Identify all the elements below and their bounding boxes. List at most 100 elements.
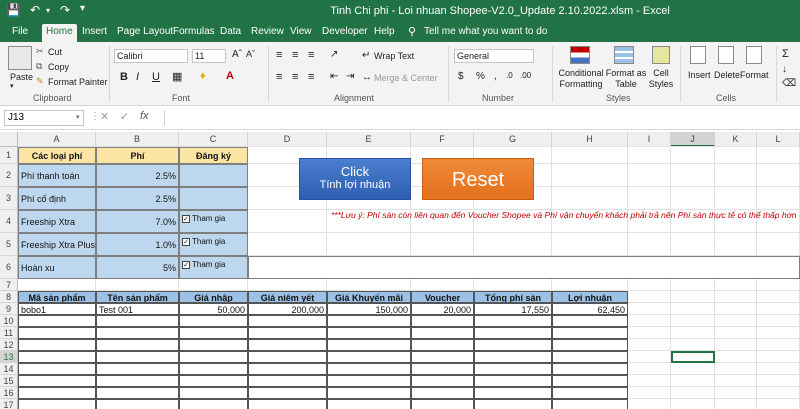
product-empty-cell[interactable] — [474, 327, 552, 339]
product-header-cell[interactable]: Giá Khuyến mãi — [327, 291, 411, 303]
borders-icon[interactable]: ▦ — [172, 70, 182, 83]
decrease-decimal-icon[interactable]: .00 — [520, 71, 531, 80]
product-empty-cell[interactable] — [411, 315, 474, 327]
comma-icon[interactable]: , — [494, 71, 497, 82]
product-empty-cell[interactable] — [411, 351, 474, 363]
product-empty-cell[interactable] — [18, 339, 96, 351]
product-empty-cell[interactable] — [327, 399, 411, 409]
format-as-table-icon[interactable] — [614, 46, 634, 64]
copy-button[interactable]: Copy — [48, 62, 69, 72]
product-empty-cell[interactable] — [96, 375, 179, 387]
font-size-select[interactable]: 11 — [192, 49, 226, 63]
product-header-cell[interactable]: Lợi nhuận — [552, 291, 628, 303]
header-dang-ky[interactable]: Đăng ký — [179, 147, 248, 164]
product-header-cell[interactable]: Tổng phí sàn — [474, 291, 552, 303]
tell-me-search[interactable]: Tell me what you want to do — [424, 25, 547, 42]
conditional-formatting-icon[interactable] — [570, 46, 590, 64]
product-empty-cell[interactable] — [179, 327, 248, 339]
register-checkbox[interactable]: ✓ — [182, 260, 190, 269]
grow-font-icon[interactable]: Aˆ — [232, 49, 242, 60]
product-empty-cell[interactable] — [18, 399, 96, 409]
product-empty-cell[interactable] — [96, 351, 179, 363]
product-header-cell[interactable]: Tên sản phẩm — [96, 291, 179, 303]
fee-value-cell[interactable]: 1.0% — [96, 233, 179, 256]
product-empty-cell[interactable] — [327, 375, 411, 387]
product-empty-cell[interactable] — [327, 387, 411, 399]
product-empty-cell[interactable] — [327, 351, 411, 363]
product-empty-cell[interactable] — [327, 363, 411, 375]
tab-help[interactable]: Help — [374, 25, 395, 42]
font-name-select[interactable]: Calibri — [114, 49, 188, 63]
tab-review[interactable]: Review — [251, 25, 284, 42]
product-empty-cell[interactable] — [248, 387, 327, 399]
outdent-icon[interactable]: ⇥ — [346, 71, 354, 82]
product-empty-cell[interactable] — [248, 399, 327, 409]
product-empty-cell[interactable] — [411, 339, 474, 351]
product-empty-cell[interactable] — [179, 387, 248, 399]
fill-color-icon[interactable]: ♦ — [200, 70, 206, 82]
product-empty-cell[interactable] — [552, 387, 628, 399]
shrink-font-icon[interactable]: Aˇ — [246, 49, 255, 59]
fee-name-cell[interactable]: Hoàn xu — [18, 256, 96, 279]
product-empty-cell[interactable] — [179, 315, 248, 327]
fee-name-cell[interactable]: Freeship Xtra — [18, 210, 96, 233]
format-painter-button[interactable]: Format Painter — [48, 77, 108, 87]
product-empty-cell[interactable] — [96, 339, 179, 351]
bold-button[interactable]: B — [120, 71, 128, 83]
product-empty-cell[interactable] — [96, 363, 179, 375]
cell-styles-icon[interactable] — [652, 46, 670, 64]
font-color-icon[interactable]: A — [226, 70, 234, 82]
accounting-icon[interactable]: $ — [458, 71, 464, 82]
product-empty-cell[interactable] — [327, 315, 411, 327]
tab-insert[interactable]: Insert — [82, 25, 107, 42]
product-empty-cell[interactable] — [96, 327, 179, 339]
indent-icon[interactable]: ⇤ — [330, 71, 338, 82]
fee-register-cell[interactable] — [179, 164, 248, 187]
fee-name-cell[interactable]: Phí thanh toán — [18, 164, 96, 187]
product-empty-cell[interactable] — [552, 399, 628, 409]
product-data-cell[interactable]: 50,000 — [179, 303, 248, 315]
bottom-align-icon[interactable]: ≡ — [308, 49, 314, 61]
fee-name-cell[interactable]: Freeship Xtra Plus — [18, 233, 96, 256]
wrap-text-button[interactable]: Wrap Text — [374, 51, 414, 61]
tab-home[interactable]: Home — [42, 24, 77, 42]
register-checkbox[interactable]: ✓ — [182, 237, 190, 246]
product-empty-cell[interactable] — [248, 327, 327, 339]
product-data-cell[interactable]: 17,550 — [474, 303, 552, 315]
header-phi[interactable]: Phí — [96, 147, 179, 164]
reset-button[interactable]: Reset — [422, 158, 534, 200]
insert-function-icon[interactable]: fx — [140, 110, 149, 122]
product-empty-cell[interactable] — [474, 339, 552, 351]
clear-icon[interactable]: ⌫ — [782, 78, 796, 89]
product-data-cell[interactable]: 150,000 — [327, 303, 411, 315]
product-empty-cell[interactable] — [18, 363, 96, 375]
product-empty-cell[interactable] — [18, 327, 96, 339]
name-box-dropdown-icon[interactable]: ▾ — [76, 113, 80, 121]
fee-register-cell[interactable]: ✓ Tham gia — [179, 233, 248, 256]
product-empty-cell[interactable] — [18, 351, 96, 363]
product-empty-cell[interactable] — [552, 375, 628, 387]
product-empty-cell[interactable] — [411, 327, 474, 339]
product-empty-cell[interactable] — [552, 327, 628, 339]
merge-center-button[interactable]: Merge & Center — [374, 73, 438, 83]
delete-cells-icon[interactable] — [718, 46, 734, 64]
product-header-cell[interactable]: Giá niêm yết — [248, 291, 327, 303]
fee-name-cell[interactable]: Phí cố định — [18, 187, 96, 210]
tab-page-layout[interactable]: Page Layout — [117, 25, 173, 42]
product-empty-cell[interactable] — [179, 339, 248, 351]
percent-icon[interactable]: % — [476, 71, 485, 82]
tab-view[interactable]: View — [290, 25, 312, 42]
paste-button[interactable]: Paste — [10, 72, 33, 82]
format-cells-icon[interactable] — [746, 46, 762, 64]
product-empty-cell[interactable] — [474, 375, 552, 387]
product-empty-cell[interactable] — [179, 351, 248, 363]
product-empty-cell[interactable] — [474, 387, 552, 399]
formula-input[interactable] — [164, 110, 796, 126]
product-data-cell[interactable]: Test 001 — [96, 303, 179, 315]
product-empty-cell[interactable] — [248, 375, 327, 387]
product-empty-cell[interactable] — [96, 399, 179, 409]
product-empty-cell[interactable] — [474, 399, 552, 409]
cell-styles-button[interactable]: Cell Styles — [646, 68, 676, 90]
product-empty-cell[interactable] — [96, 387, 179, 399]
paste-icon[interactable] — [8, 46, 32, 70]
